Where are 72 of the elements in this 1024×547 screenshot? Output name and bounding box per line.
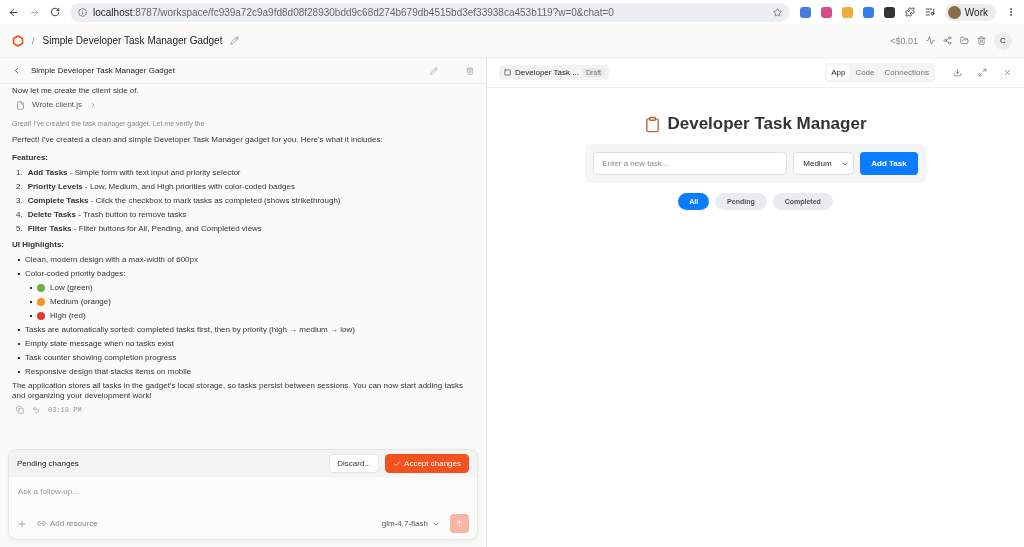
arrow-up-icon: [455, 519, 464, 528]
puzzle-icon[interactable]: [904, 7, 915, 17]
list-item: Task counter showing completion progress: [25, 352, 177, 363]
trash-icon[interactable]: [466, 66, 474, 75]
activity-icon[interactable]: [926, 36, 935, 45]
download-icon[interactable]: [953, 68, 962, 77]
list-number: 3.: [16, 195, 23, 206]
add-icon[interactable]: [17, 518, 27, 529]
discard-button[interactable]: Discard...: [329, 454, 380, 473]
clipboard-icon: [644, 115, 662, 133]
message-text: Now let me create the client side of.: [12, 86, 140, 96]
file-step[interactable]: Wrote client.js: [16, 100, 474, 110]
view-tab[interactable]: App: [827, 65, 850, 80]
media-icon[interactable]: [924, 7, 935, 17]
priority-select[interactable]: Medium: [793, 152, 855, 175]
list-item: Responsive design that stacks items on mobile: [25, 366, 192, 377]
message-text: The application stores all tasks in the gadget's local storage, so tasks persist between sessions. You can now start adding tasks and organizing your development work!: [12, 380, 465, 401]
project-title: Simple Developer Task Manager Gadget: [42, 35, 223, 46]
logo-icon[interactable]: [12, 34, 24, 47]
list-item: Complete Tasks - Click the checkbox to mark tasks as completed (shows strikethrough): [27, 195, 341, 206]
view-tab[interactable]: Connections: [880, 65, 933, 80]
message-text: Perfect! I've created a clean and simple Developer Task Manager gadget for you. Here's what it includes:: [12, 134, 384, 145]
file-icon: [16, 100, 25, 110]
address-bar[interactable]: localhost:8787/workspace/fc939a72c9a9fd8d08f28930bdd9c68d274b679db4515bd3ef33938ca453b119?w=0&chat=0: [70, 2, 790, 22]
copy-icon[interactable]: [16, 406, 24, 415]
list-item: Clean, modern design with a max-width of 600px: [25, 254, 198, 265]
list-item: Medium (orange): [50, 296, 111, 307]
add-resource-button[interactable]: Add resource: [37, 519, 98, 528]
section-heading: Features:: [12, 152, 49, 163]
reload-icon[interactable]: [50, 7, 60, 17]
folder-icon[interactable]: [960, 36, 969, 45]
breadcrumb-separator: /: [32, 35, 35, 46]
back-icon[interactable]: [8, 6, 19, 18]
list-item: Empty state message when no tasks exist: [25, 338, 174, 349]
extension-icon[interactable]: [883, 6, 895, 18]
section-heading: UI Highlights:: [12, 239, 65, 250]
link-icon: [37, 519, 46, 528]
expand-icon[interactable]: [978, 68, 987, 77]
list-item: Add Tasks - Simple form with text input and priority selector: [27, 167, 241, 178]
profile-button[interactable]: Work: [944, 3, 996, 21]
star-icon[interactable]: [772, 7, 782, 17]
list-item: Filter Tasks - Filter buttons for All, Pending, and Completed views: [27, 223, 262, 234]
list-item: Tasks are automatically sorted: completed tasks first, then by priority (high → medium → low): [25, 324, 355, 335]
list-number: 4.: [16, 209, 23, 220]
pending-label: Pending changes: [17, 459, 79, 468]
list-item: Delete Tasks - Trash button to remove tasks: [27, 209, 187, 220]
message-input[interactable]: Ask a follow-up...: [9, 477, 327, 506]
view-tab[interactable]: Code: [851, 65, 879, 80]
list-number: 5.: [16, 223, 23, 234]
app-heading: Developer Task Manager: [667, 114, 867, 134]
list-number: 2.: [16, 181, 23, 192]
close-icon[interactable]: [1003, 68, 1012, 77]
info-icon: [78, 7, 87, 17]
undo-icon[interactable]: [32, 406, 40, 415]
model-selector[interactable]: glm-4.7-flash: [381, 519, 440, 528]
list-number: 1.: [16, 167, 23, 178]
forward-icon[interactable]: [29, 6, 40, 18]
list-item: Color-coded priority badges:: [25, 268, 126, 279]
list-item: High (red): [50, 310, 86, 321]
check-icon: [393, 459, 402, 468]
trash-icon[interactable]: [977, 36, 986, 45]
edit-icon[interactable]: [430, 66, 438, 75]
cost-label: <$0.01: [890, 35, 918, 46]
send-button[interactable]: [450, 514, 469, 533]
list-item: Low (green): [50, 282, 93, 293]
list-item: Priority Levels - Low, Medium, and High priorities with color-coded badges: [27, 181, 295, 192]
chat-title: Simple Developer Task Manager Gadget: [31, 66, 175, 75]
user-avatar[interactable]: C: [994, 31, 1012, 50]
task-input[interactable]: Enter a new task...: [593, 152, 788, 175]
add-task-button[interactable]: Add Task: [860, 152, 918, 175]
edit-icon[interactable]: [230, 36, 240, 45]
share-icon[interactable]: [943, 36, 952, 45]
